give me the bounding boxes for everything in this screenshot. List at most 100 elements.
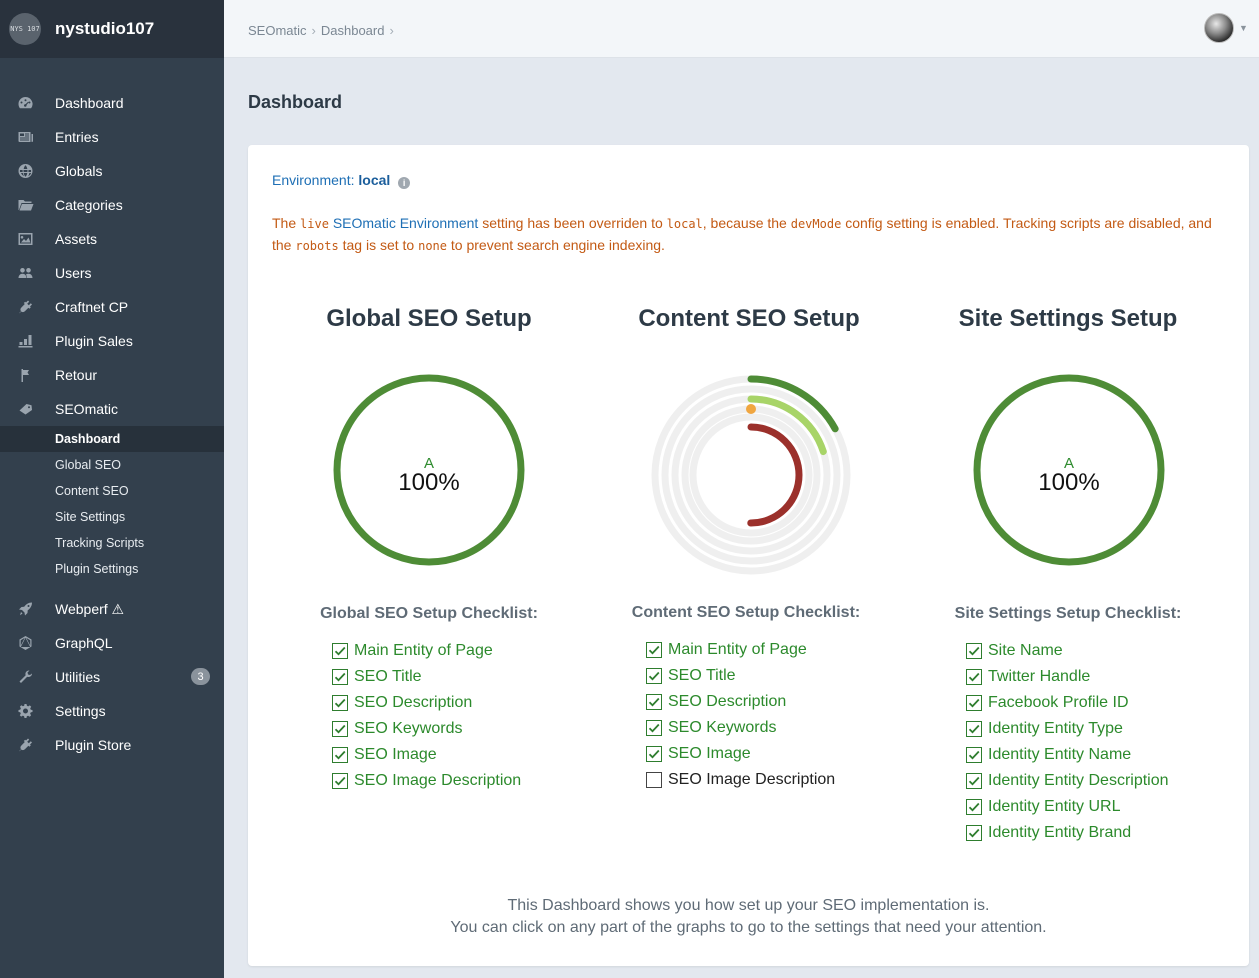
site-settings-gauge[interactable]: A 100%	[969, 370, 1169, 570]
site-checklist: Site Name Twitter Handle Facebook Profile …	[966, 638, 1169, 846]
site-checklist-label: Identity Entity Description	[988, 772, 1169, 789]
sidebar-subitem-site-settings[interactable]: Site Settings	[0, 504, 224, 530]
content-checklist-item[interactable]: SEO Image Description	[646, 767, 835, 793]
content-checklist-item[interactable]: SEO Keywords	[646, 715, 835, 741]
chevron-down-icon[interactable]: ▼	[1239, 23, 1248, 33]
sidebar-item-label: GraphQL	[55, 635, 113, 651]
page-title: Dashboard	[248, 92, 343, 112]
warning-text: tag is set to	[338, 237, 419, 253]
global-seo-title: Global SEO Setup	[326, 305, 532, 332]
warning-code: devMode	[790, 217, 842, 231]
sidebar-subitem-global-seo[interactable]: Global SEO	[0, 452, 224, 478]
warning-text: The	[272, 215, 301, 231]
checkbox-checked-icon	[966, 799, 982, 815]
global-checklist-item[interactable]: Main Entity of Page	[332, 638, 521, 664]
checkmark-icon	[334, 646, 346, 656]
site-checklist-item[interactable]: Facebook Profile ID	[966, 690, 1169, 716]
sidebar-item-globals[interactable]: Globals	[0, 156, 224, 186]
content-ring-dot-2[interactable]	[746, 404, 756, 414]
folder-icon-glyph	[18, 200, 33, 211]
gauge-icon-glyph	[18, 97, 32, 109]
sidebar-subitem-tracking-scripts[interactable]: Tracking Scripts	[0, 530, 224, 556]
bar-chart-icon-glyph	[18, 335, 32, 348]
sidebar-item-retour[interactable]: Retour	[0, 360, 224, 390]
checkmark-icon	[648, 671, 660, 681]
global-seo-gauge[interactable]: A 100%	[329, 370, 529, 570]
warning-code: local	[666, 217, 703, 231]
seomatic-icon-glyph	[19, 404, 32, 415]
global-checklist-item[interactable]: SEO Keywords	[332, 716, 521, 742]
checkbox-checked-icon	[646, 694, 662, 710]
sidebar-item-settings[interactable]: Settings	[0, 696, 224, 726]
checkmark-icon	[648, 645, 660, 655]
warning-text: setting has been overriden to	[478, 215, 667, 231]
content-checklist-item[interactable]: SEO Image	[646, 741, 835, 767]
content-checklist-item[interactable]: SEO Title	[646, 663, 835, 689]
site-checklist-item[interactable]: Identity Entity URL	[966, 794, 1169, 820]
content-checklist: Main Entity of Page SEO Title SEO Descript…	[646, 637, 835, 793]
sidebar-item-graphql[interactable]: GraphQL	[0, 628, 224, 658]
content-seo-title: Content SEO Setup	[638, 305, 860, 332]
sidebar-subitem-plugin-settings[interactable]: Plugin Settings	[0, 556, 224, 582]
content-seo-gauge[interactable]	[649, 373, 851, 575]
site-name[interactable]: nystudio107	[55, 19, 154, 39]
sidebar-item-label: Plugin Store	[55, 737, 132, 753]
content-checklist-item[interactable]: Main Entity of Page	[646, 637, 835, 663]
site-checklist-label: Twitter Handle	[988, 668, 1091, 685]
environment-value: local	[358, 172, 391, 188]
breadcrumb-seomatic[interactable]: SEOmatic	[248, 23, 307, 38]
checkmark-icon	[968, 776, 980, 786]
global-checklist-item[interactable]: SEO Image Description	[332, 768, 521, 794]
newspaper-icon-glyph	[18, 132, 33, 142]
sidebar-item-categories[interactable]: Categories	[0, 190, 224, 220]
image-icon-glyph	[18, 233, 32, 245]
breadcrumb-separator: ›	[311, 23, 316, 38]
site-logo[interactable]: NYS 107	[9, 13, 41, 45]
checkbox-checked-icon	[966, 721, 982, 737]
global-checklist-item[interactable]: SEO Description	[332, 690, 521, 716]
checkmark-icon	[648, 723, 660, 733]
sidebar-item-assets[interactable]: Assets	[0, 224, 224, 254]
global-checklist-item[interactable]: SEO Image	[332, 742, 521, 768]
sidebar-subitem-label: Tracking Scripts	[55, 536, 145, 550]
sidebar-item-users[interactable]: Users	[0, 258, 224, 288]
sidebar-item-seomatic[interactable]: SEOmatic	[0, 394, 224, 424]
checkbox-checked-icon	[966, 773, 982, 789]
sidebar-item-craftnet-cp[interactable]: Craftnet CP	[0, 292, 224, 322]
sidebar-item-label: Assets	[55, 231, 98, 247]
site-checklist-label: Identity Entity URL	[988, 798, 1121, 815]
site-checklist-item[interactable]: Identity Entity Type	[966, 716, 1169, 742]
gauge-icon	[16, 95, 34, 111]
content-checklist-label: SEO Image	[668, 745, 751, 762]
flag-icon-glyph	[21, 369, 29, 382]
sidebar-item-webperf[interactable]: Webperf ⚠	[0, 594, 224, 624]
site-header[interactable]: NYS 107 nystudio107	[0, 0, 224, 58]
sidebar-item-dashboard[interactable]: Dashboard	[0, 88, 224, 118]
sidebar-subitem-label: Plugin Settings	[55, 562, 139, 576]
sidebar-item-plugin-store[interactable]: Plugin Store	[0, 730, 224, 760]
info-icon[interactable]: i	[398, 177, 411, 189]
sidebar-item-utilities[interactable]: Utilities 3	[0, 662, 224, 692]
site-checklist-label: Site Name	[988, 642, 1063, 659]
seomatic-environment-link[interactable]: SEOmatic Environment	[333, 215, 479, 231]
user-menu[interactable]: ▼	[1204, 13, 1248, 43]
sidebar-item-entries[interactable]: Entries	[0, 122, 224, 152]
site-checklist-item[interactable]: Site Name	[966, 638, 1169, 664]
global-checklist-item[interactable]: SEO Title	[332, 664, 521, 690]
sidebar-item-label: Categories	[55, 197, 123, 213]
site-checklist-item[interactable]: Identity Entity Brand	[966, 820, 1169, 846]
bar-chart-icon	[16, 333, 34, 349]
site-checklist-item[interactable]: Twitter Handle	[966, 664, 1169, 690]
footer-line-2: You can click on any part of the graphs …	[450, 919, 1047, 936]
sidebar-item-plugin-sales[interactable]: Plugin Sales	[0, 326, 224, 356]
content-checklist-item[interactable]: SEO Description	[646, 689, 835, 715]
site-checklist-item[interactable]: Identity Entity Name	[966, 742, 1169, 768]
content-seo-rings[interactable]	[649, 373, 853, 577]
sidebar-subitem-dashboard[interactable]: Dashboard	[0, 426, 224, 452]
site-checklist-item[interactable]: Identity Entity Description	[966, 768, 1169, 794]
sidebar-subitem-content-seo[interactable]: Content SEO	[0, 478, 224, 504]
newspaper-icon	[16, 129, 34, 145]
breadcrumb-dashboard[interactable]: Dashboard	[321, 23, 385, 38]
avatar[interactable]	[1204, 13, 1234, 43]
content-ring-arc-3[interactable]	[699, 423, 803, 527]
